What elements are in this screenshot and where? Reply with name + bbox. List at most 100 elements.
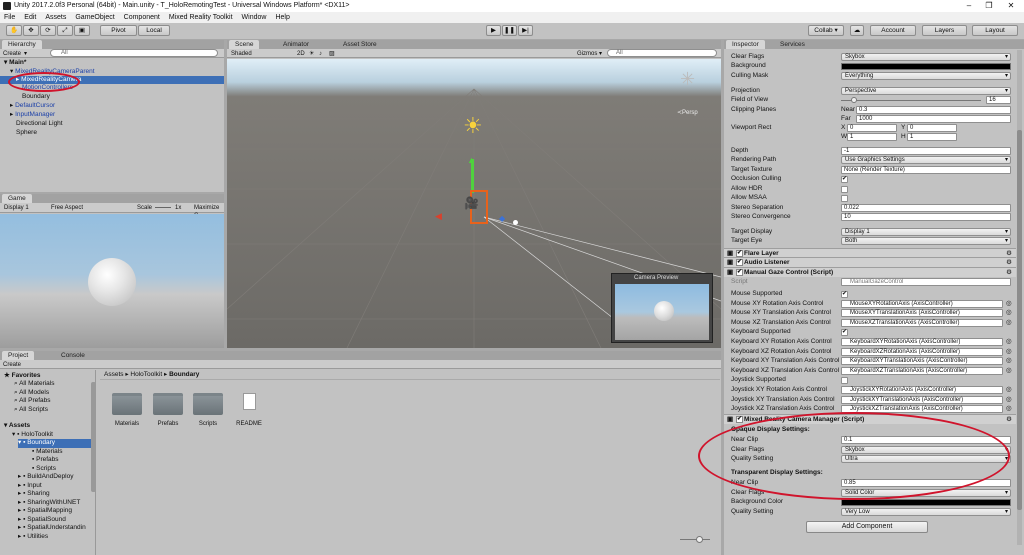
- rect-tool-icon[interactable]: ▣: [74, 25, 90, 36]
- near-field[interactable]: 0.3: [856, 106, 1011, 114]
- tree-item-selected[interactable]: ▾ ▪ Boundary: [18, 439, 94, 448]
- property-field[interactable]: None (Render Texture): [841, 166, 1011, 174]
- object-picker-icon[interactable]: ◎: [1006, 319, 1012, 327]
- object-field[interactable]: MouseXZTranslationAxis (AxisController): [841, 318, 1003, 327]
- viewport-h-field[interactable]: 1: [907, 133, 957, 141]
- object-field[interactable]: KeyboardXZRotationAxis (AxisController): [841, 347, 1003, 356]
- slider-thumb[interactable]: [696, 536, 703, 543]
- gear-icon[interactable]: ⚙: [1006, 268, 1012, 277]
- object-picker-icon[interactable]: ◎: [1006, 300, 1012, 308]
- scale-tool-icon[interactable]: ⤢: [57, 25, 73, 36]
- object-field[interactable]: KeyboardXYTranslationAxis (AxisControlle…: [841, 357, 1003, 366]
- hierarchy-item[interactable]: ▸ InputManager: [0, 111, 224, 119]
- fov-slider[interactable]: [841, 100, 981, 101]
- property-checkbox[interactable]: [841, 195, 848, 202]
- favorite-item[interactable]: ⌕ All Models: [14, 389, 49, 398]
- gaze-control-header[interactable]: ▣ ✔ Manual Gaze Control (Script) ⚙: [724, 267, 1016, 277]
- close-button[interactable]: ✕: [1000, 0, 1022, 12]
- assets-header[interactable]: ▾ Assets: [4, 422, 30, 431]
- property-dropdown[interactable]: Display 1: [841, 228, 1011, 236]
- icon-size-slider[interactable]: [680, 539, 710, 540]
- property-dropdown[interactable]: Skybox: [841, 53, 1011, 61]
- viewport-w-field[interactable]: 1: [847, 133, 897, 141]
- property-checkbox[interactable]: ✔: [841, 329, 848, 337]
- tab-animator[interactable]: Animator: [277, 40, 315, 49]
- fov-field[interactable]: 16: [986, 96, 1011, 104]
- tab-inspector[interactable]: Inspector: [726, 40, 765, 49]
- camera-icon[interactable]: 🎥: [464, 196, 479, 210]
- pause-button[interactable]: ❚❚: [502, 25, 517, 36]
- folder-icon[interactable]: [112, 393, 142, 415]
- orientation-gizmo-icon[interactable]: ✳: [680, 69, 695, 90]
- menu-file[interactable]: File: [4, 12, 15, 23]
- folder-icon[interactable]: [153, 393, 183, 415]
- property-checkbox[interactable]: [841, 186, 848, 193]
- scene-search-input[interactable]: All: [607, 49, 717, 57]
- tree-item[interactable]: ▪ Scripts: [32, 465, 56, 474]
- property-dropdown[interactable]: Use Graphics Settings: [841, 156, 1011, 164]
- tree-item[interactable]: ▸ ▪ Input: [18, 482, 42, 491]
- gear-icon[interactable]: ⚙: [1006, 415, 1012, 424]
- project-create-button[interactable]: Create: [3, 361, 21, 369]
- object-field[interactable]: MouseXYTranslationAxis (AxisController): [841, 309, 1003, 318]
- display-dropdown[interactable]: Display 1: [4, 204, 29, 212]
- minimize-button[interactable]: –: [958, 0, 980, 12]
- step-button[interactable]: ▶|: [518, 25, 533, 36]
- menu-gameobject[interactable]: GameObject: [75, 12, 114, 23]
- viewport-x-field[interactable]: 0: [847, 124, 897, 132]
- hierarchy-item[interactable]: Directional Light: [0, 120, 224, 128]
- menu-component[interactable]: Component: [124, 12, 160, 23]
- color-field[interactable]: [841, 499, 1011, 507]
- maximize-button[interactable]: ❐: [978, 0, 1000, 12]
- breadcrumb-assets[interactable]: Assets: [100, 371, 124, 378]
- hand-tool-icon[interactable]: ✋: [6, 25, 22, 36]
- menu-help[interactable]: Help: [275, 12, 289, 23]
- enable-checkbox[interactable]: ✔: [736, 416, 743, 423]
- viewport-y-field[interactable]: 0: [907, 124, 957, 132]
- lighting-icon[interactable]: ☀: [309, 50, 314, 58]
- add-component-button[interactable]: Add Component: [806, 521, 928, 533]
- enable-checkbox[interactable]: ✔: [736, 269, 743, 276]
- perspective-label[interactable]: ≺Persp: [677, 109, 698, 116]
- property-field[interactable]: -1: [841, 147, 1011, 155]
- play-button[interactable]: ▶: [486, 25, 501, 36]
- tab-scene[interactable]: Scene: [229, 40, 260, 49]
- gear-icon[interactable]: ⚙: [1006, 258, 1012, 267]
- layers-dropdown[interactable]: Layers: [922, 25, 967, 36]
- hierarchy-search-input[interactable]: All: [50, 49, 218, 57]
- object-picker-icon[interactable]: ◎: [1006, 396, 1012, 404]
- tab-services[interactable]: Services: [774, 40, 811, 49]
- shading-dropdown[interactable]: Shaded: [231, 50, 252, 58]
- tab-project[interactable]: Project: [2, 351, 35, 360]
- menu-assets[interactable]: Assets: [45, 12, 66, 23]
- scene-root[interactable]: ▾ Main*: [0, 59, 224, 67]
- inspector-scrollbar[interactable]: [1017, 50, 1022, 545]
- tree-item[interactable]: ▸ ▪ Utilities: [18, 533, 48, 542]
- object-picker-icon[interactable]: ◎: [1006, 348, 1012, 356]
- object-picker-icon[interactable]: ◎: [1006, 357, 1012, 365]
- tree-item[interactable]: ▪ Prefabs: [32, 456, 59, 465]
- object-picker-icon[interactable]: ◎: [1006, 405, 1012, 413]
- audio-listener-header[interactable]: ▣ ✔ Audio Listener ⚙: [724, 257, 1016, 267]
- tab-game[interactable]: Game: [2, 194, 32, 203]
- object-field[interactable]: MouseXYRotationAxis (AxisController): [841, 299, 1003, 308]
- pivot-toggle[interactable]: Pivot: [100, 25, 137, 36]
- slider-thumb[interactable]: [851, 97, 857, 103]
- tab-console[interactable]: Console: [55, 351, 91, 360]
- property-dropdown[interactable]: Everything: [841, 72, 1011, 80]
- tree-item[interactable]: ▸ ▪ SharingWithUNET: [18, 499, 80, 508]
- object-picker-icon[interactable]: ◎: [1006, 338, 1012, 346]
- property-dropdown[interactable]: Perspective: [841, 87, 1011, 95]
- scene-view[interactable]: ☀ ▲ 🎥 ◀ ◆ ✳ ≺Persp Camera Preview: [227, 59, 721, 348]
- menu-edit[interactable]: Edit: [24, 12, 36, 23]
- object-field[interactable]: JoystickXYTranslationAxis (AxisControlle…: [841, 395, 1003, 404]
- layout-dropdown[interactable]: Layout: [972, 25, 1018, 36]
- favorite-item[interactable]: ⌕ All Scripts: [14, 406, 48, 415]
- tree-item[interactable]: ▸ ▪ BuildAndDeploy: [18, 473, 73, 482]
- effects-icon[interactable]: ▨: [329, 50, 335, 58]
- tree-item[interactable]: ▪ Materials: [32, 448, 63, 457]
- scrollbar-thumb[interactable]: [1017, 130, 1022, 510]
- hierarchy-item[interactable]: Boundary: [0, 93, 224, 101]
- rotate-tool-icon[interactable]: ⟳: [40, 25, 56, 36]
- tree-item[interactable]: ▾ ▪ HoloToolkit: [12, 431, 53, 440]
